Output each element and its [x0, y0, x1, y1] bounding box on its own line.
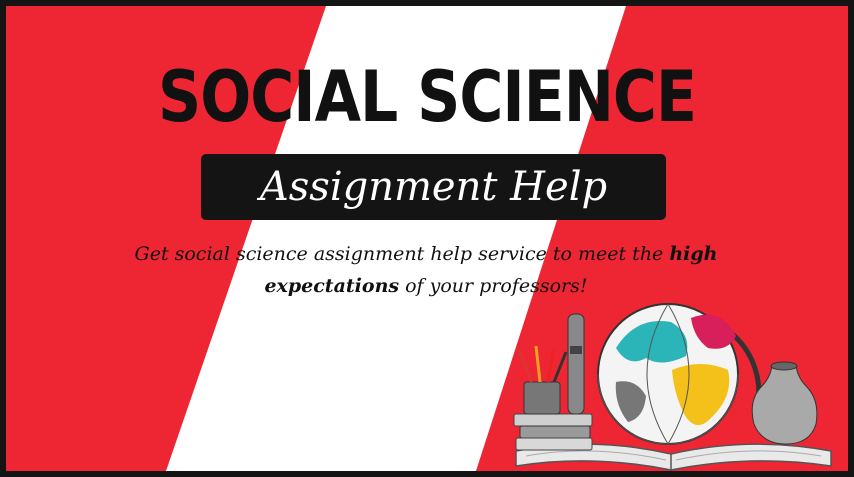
tagline-bold-high: high [669, 243, 718, 265]
tagline-part-1: Get social science assignment help servi… [134, 243, 670, 265]
pencil-cup-icon [516, 345, 568, 415]
banner: SOCIAL SCIENCE Assignment Help Get socia… [0, 0, 854, 477]
vase-icon [751, 361, 818, 445]
globe-icon [597, 303, 739, 445]
rolled-scroll-icon [567, 313, 585, 415]
subtitle-box: Assignment Help [201, 154, 666, 220]
illustration [513, 303, 832, 471]
subtitle: Assignment Help [259, 164, 608, 210]
page-title: SOCIAL SCIENCE [158, 56, 697, 139]
tagline-bold-expectations: expectations [264, 275, 400, 297]
books-icon [513, 413, 593, 451]
